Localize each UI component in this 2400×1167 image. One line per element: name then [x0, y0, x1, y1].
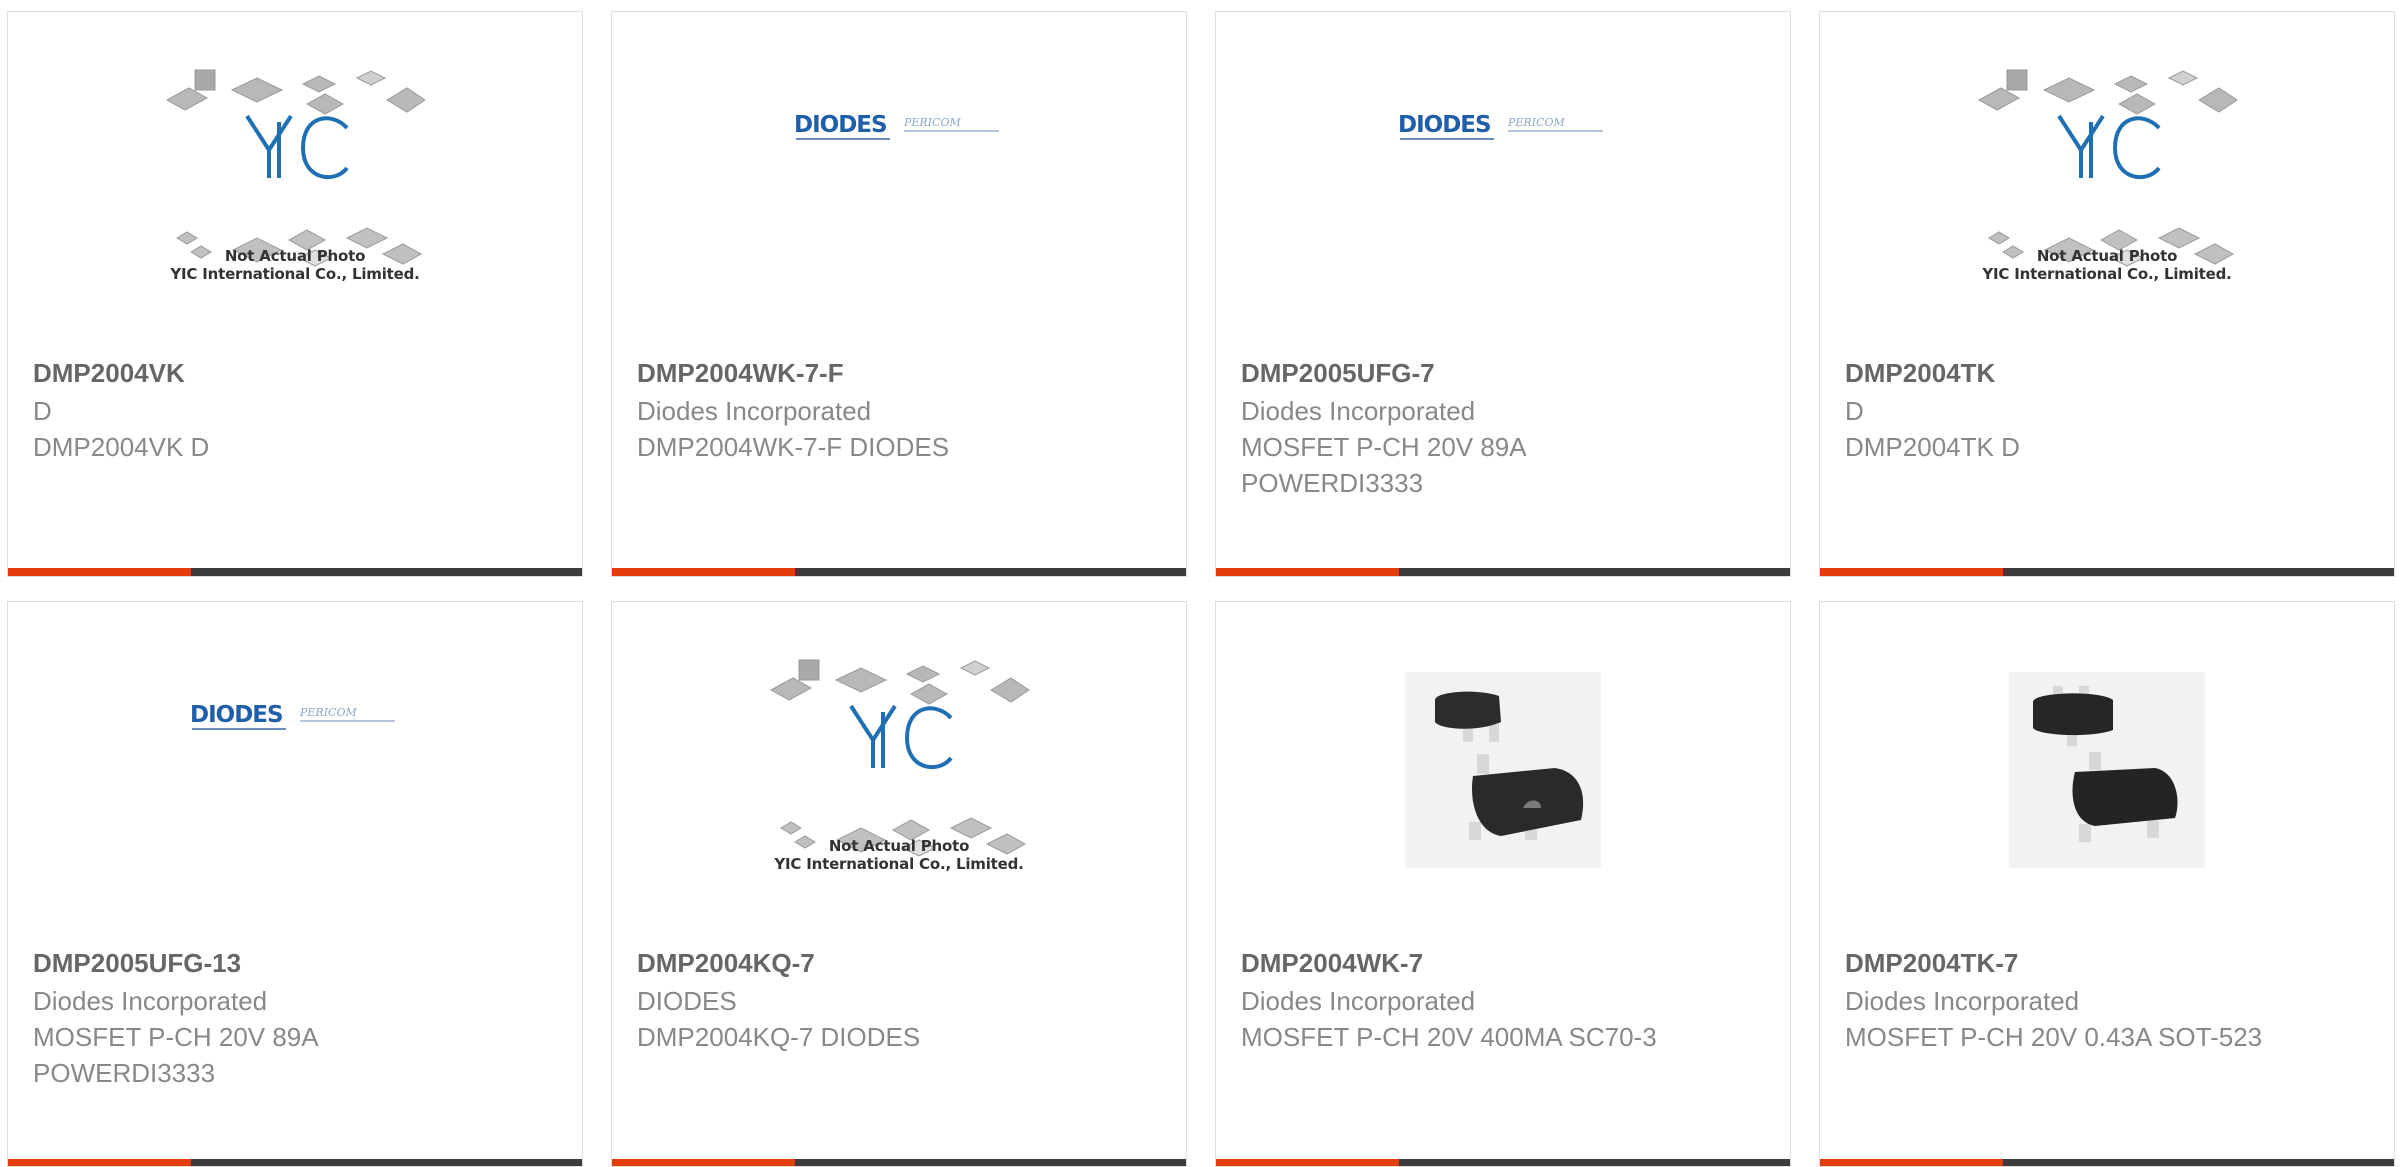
product-image-placeholder: Not Actual Photo YIC International Co., …	[1820, 42, 2394, 352]
description: MOSFET P-CH 20V 89A POWERDI3333	[33, 1022, 318, 1088]
card-bar-accent	[612, 568, 795, 576]
part-number[interactable]: DMP2005UFG-13	[33, 946, 241, 980]
product-image-logo: DIODES PERICOM	[612, 42, 1186, 352]
part-number[interactable]: DMP2005UFG-7	[1241, 356, 1435, 390]
product-card[interactable]: Not Actual Photo YIC International Co., …	[7, 11, 583, 577]
diodes-logo-text: DIODES	[190, 702, 284, 728]
description: MOSFET P-CH 20V 89A POWERDI3333	[1241, 432, 1526, 498]
card-bar-accent	[1820, 1159, 2003, 1166]
card-bar	[1820, 1159, 2394, 1166]
product-image-placeholder: Not Actual Photo YIC International Co., …	[8, 42, 582, 352]
product-card[interactable]: Not Actual Photo YIC International Co., …	[611, 601, 1187, 1167]
diodes-logo-icon: DIODES PERICOM	[1398, 112, 1608, 142]
description: MOSFET P-CH 20V 0.43A SOT-523	[1845, 1022, 2263, 1052]
part-number[interactable]: DMP2004WK-7-F	[637, 356, 844, 390]
pericom-logo-text: PERICOM	[300, 706, 357, 719]
card-bar-accent	[1216, 1159, 1399, 1166]
manufacturer: D	[1845, 396, 1864, 426]
product-image-photo	[1216, 632, 1790, 942]
sc70-package-icon	[1405, 672, 1601, 868]
description: DMP2004VK D	[33, 432, 210, 462]
placeholder-line2: YIC International Co., Limited.	[1982, 265, 2232, 283]
part-number[interactable]: DMP2004VK	[33, 356, 185, 390]
diodes-logo-text: DIODES	[794, 112, 888, 138]
card-bar-accent	[8, 568, 191, 576]
card-bar	[1216, 568, 1790, 576]
card-bar-accent	[8, 1159, 191, 1166]
product-image-logo: DIODES PERICOM	[8, 632, 582, 942]
part-number[interactable]: DMP2004WK-7	[1241, 946, 1423, 980]
manufacturer: Diodes Incorporated	[1241, 986, 1476, 1016]
product-card[interactable]: DMP2004WK-7 Diodes Incorporated MOSFET P…	[1215, 601, 1791, 1167]
manufacturer: D	[33, 396, 52, 426]
card-bar	[612, 1159, 1186, 1166]
diodes-logo-icon: DIODES PERICOM	[190, 702, 400, 732]
diodes-logo-text: DIODES	[1398, 112, 1492, 138]
card-bar	[1820, 568, 2394, 576]
card-bar-accent	[1820, 568, 2003, 576]
product-grid: Not Actual Photo YIC International Co., …	[0, 0, 2400, 1167]
card-bar-accent	[1216, 568, 1399, 576]
manufacturer: Diodes Incorporated	[637, 396, 872, 426]
card-bar-accent	[612, 1159, 795, 1166]
placeholder-line2: YIC International Co., Limited.	[170, 265, 420, 283]
pericom-logo-text: PERICOM	[904, 116, 961, 129]
product-card[interactable]: Not Actual Photo YIC International Co., …	[1819, 11, 2395, 577]
product-card[interactable]: DIODES PERICOM DMP2005UFG-7 Diodes Incor…	[1215, 11, 1791, 577]
part-number[interactable]: DMP2004TK	[1845, 356, 1995, 390]
sot523-package-icon	[2009, 672, 2205, 868]
pericom-logo-text: PERICOM	[1508, 116, 1565, 129]
manufacturer: DIODES	[637, 986, 737, 1016]
description: DMP2004WK-7-F DIODES	[637, 432, 950, 462]
card-bar	[1216, 1159, 1790, 1166]
product-card[interactable]: DIODES PERICOM DMP2004WK-7-F Diodes Inco…	[611, 11, 1187, 577]
part-number[interactable]: DMP2004KQ-7	[637, 946, 815, 980]
description: DMP2004TK D	[1845, 432, 2020, 462]
card-bar	[612, 568, 1186, 576]
placeholder-line2: YIC International Co., Limited.	[774, 855, 1024, 873]
placeholder-line1: Not Actual Photo	[828, 837, 970, 855]
placeholder-line1: Not Actual Photo	[2036, 247, 2178, 265]
manufacturer: Diodes Incorporated	[1241, 396, 1476, 426]
product-image-placeholder: Not Actual Photo YIC International Co., …	[612, 632, 1186, 942]
part-number[interactable]: DMP2004TK-7	[1845, 946, 2018, 980]
description: DMP2004KQ-7 DIODES	[637, 1022, 921, 1052]
manufacturer: Diodes Incorporated	[33, 986, 268, 1016]
product-card[interactable]: DMP2004TK-7 Diodes Incorporated MOSFET P…	[1819, 601, 2395, 1167]
card-bar	[8, 1159, 582, 1166]
card-bar	[8, 568, 582, 576]
product-card[interactable]: DIODES PERICOM DMP2005UFG-13 Diodes Inco…	[7, 601, 583, 1167]
product-image-logo: DIODES PERICOM	[1216, 42, 1790, 352]
manufacturer: Diodes Incorporated	[1845, 986, 2080, 1016]
placeholder-line1: Not Actual Photo	[224, 247, 366, 265]
product-image-photo	[1820, 632, 2394, 942]
description: MOSFET P-CH 20V 400MA SC70-3	[1241, 1022, 1657, 1052]
diodes-logo-icon: DIODES PERICOM	[794, 112, 1004, 142]
